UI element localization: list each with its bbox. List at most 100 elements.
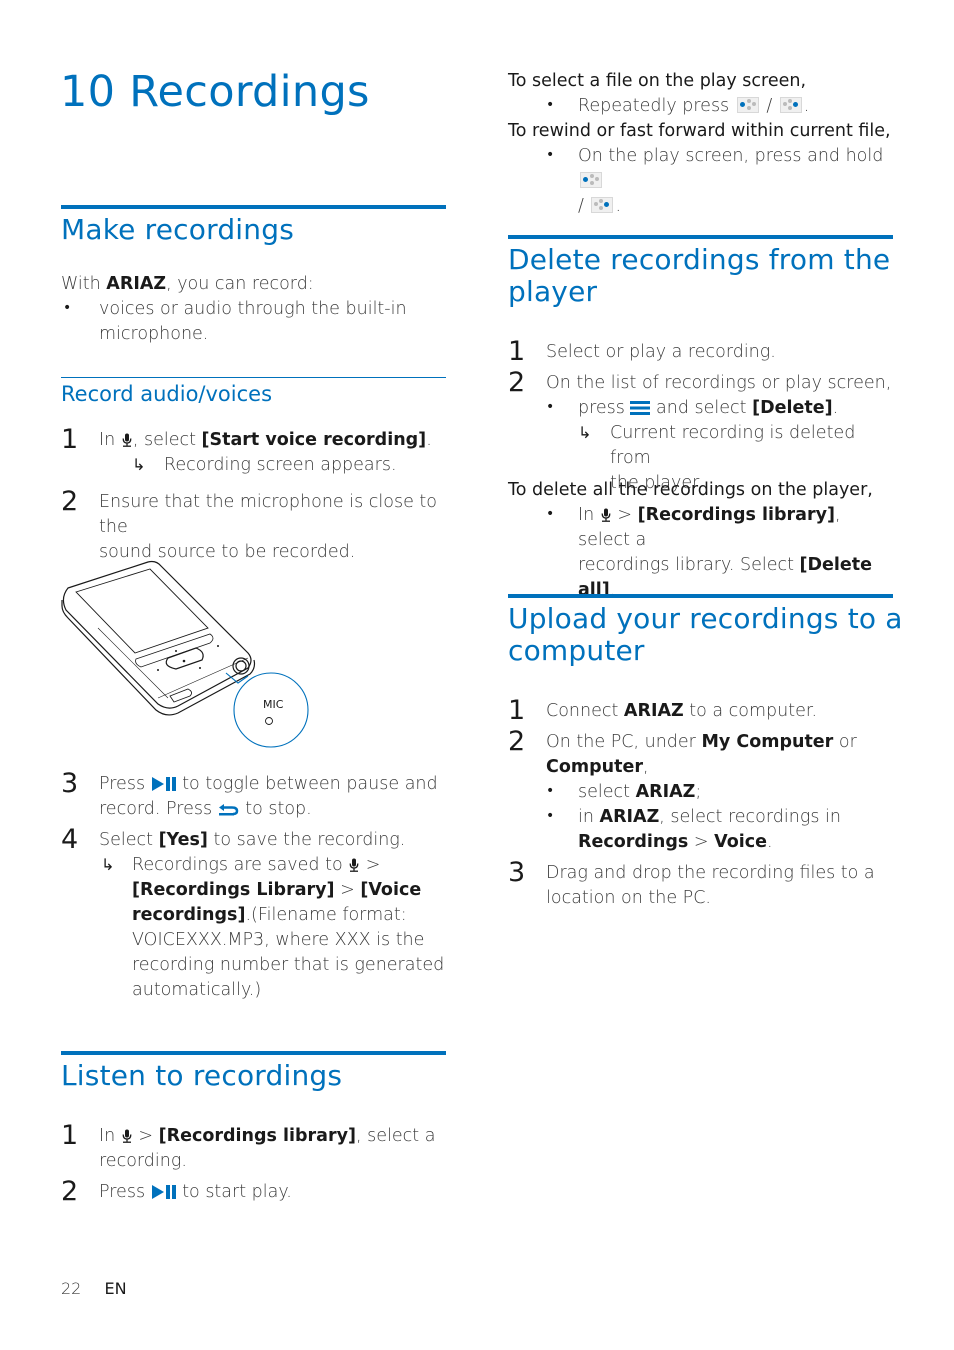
result-arrow-icon: ↳ bbox=[132, 455, 146, 474]
text: .(Filename format: bbox=[245, 905, 407, 925]
play-pause-icon bbox=[151, 777, 176, 791]
product-name: ARIAZ bbox=[635, 782, 696, 802]
heading-line: computer bbox=[508, 634, 645, 667]
text: > bbox=[611, 505, 638, 525]
text: ; bbox=[695, 782, 702, 802]
text: voices or audio through the built-in bbox=[99, 299, 407, 319]
section-divider bbox=[61, 1051, 446, 1055]
microphone-icon bbox=[122, 1129, 132, 1143]
step-number: 1 bbox=[61, 1120, 79, 1151]
text: . bbox=[615, 196, 622, 216]
folder-name: Recordings bbox=[578, 832, 689, 852]
language-code: EN bbox=[104, 1279, 127, 1298]
text: > bbox=[132, 1126, 159, 1146]
text: VOICEXXX.MP3, where XXX is the bbox=[132, 930, 425, 950]
text: , you can record: bbox=[166, 274, 314, 294]
heading-line: Upload your recordings to a bbox=[508, 602, 903, 635]
menu-option: [Delete] bbox=[752, 398, 833, 418]
listen-heading: Listen to recordings bbox=[61, 1059, 343, 1092]
delete-heading: Delete recordings from the player bbox=[508, 244, 890, 308]
text: Recordings are saved to bbox=[132, 855, 349, 875]
text: recording number that is generated bbox=[132, 955, 445, 975]
text: Current recording is deleted from bbox=[610, 423, 856, 468]
text: , select a bbox=[356, 1126, 436, 1146]
product-name: ARIAZ bbox=[599, 807, 660, 827]
result-arrow-icon: ↳ bbox=[578, 423, 592, 442]
bullet: • bbox=[546, 808, 555, 824]
delete-step-2: 2 On the list of recordings or play scre… bbox=[508, 367, 898, 494]
text: . bbox=[426, 430, 432, 450]
step-number: 2 bbox=[508, 367, 526, 398]
delete-step-1: 1 Select or play a recording. bbox=[508, 336, 898, 370]
page-number: 22 bbox=[61, 1279, 82, 1298]
text: to save the recording. bbox=[207, 830, 406, 850]
microphone-icon bbox=[122, 433, 132, 447]
chapter-title: 10 Recordings bbox=[60, 67, 370, 117]
upload-bullet-2: in ARIAZ, select recordings in Recording… bbox=[578, 805, 841, 855]
step-number: 2 bbox=[508, 726, 526, 757]
text: select bbox=[578, 782, 636, 802]
text: press bbox=[578, 398, 631, 418]
section-divider bbox=[508, 235, 893, 239]
text: recording. bbox=[99, 1151, 187, 1171]
rewind-lead: To rewind or fast forward within current… bbox=[508, 121, 891, 141]
upload-step-2: 2 On the PC, under My Computer or Comput… bbox=[508, 726, 898, 860]
back-icon bbox=[218, 804, 238, 816]
text: automatically.) bbox=[132, 980, 262, 1000]
record-audio-heading: Record audio/voices bbox=[61, 382, 273, 406]
bullet: • bbox=[546, 399, 555, 415]
text: Select bbox=[99, 830, 159, 850]
bullet: • bbox=[546, 97, 555, 113]
step-number: 1 bbox=[508, 695, 526, 726]
text: or bbox=[833, 732, 857, 752]
make-intro: With ARIAZ, you can record: bbox=[61, 272, 314, 297]
bullet: • bbox=[546, 506, 555, 522]
text: In bbox=[99, 1126, 121, 1146]
step-number: 3 bbox=[508, 857, 526, 888]
bullet: • bbox=[546, 147, 555, 163]
text: > bbox=[334, 880, 361, 900]
text: Select or play a recording. bbox=[546, 342, 776, 362]
text: Press bbox=[99, 1182, 151, 1202]
text: On the PC, under bbox=[546, 732, 702, 752]
upload-step-1: 1 Connect ARIAZ to a computer. bbox=[508, 695, 898, 729]
delete-all-bullet: In > [Recordings library], select a reco… bbox=[578, 503, 898, 603]
step-number: 2 bbox=[61, 1176, 79, 1207]
text: On the list of recordings or play screen… bbox=[546, 373, 892, 393]
listen-step-2: 2 Press to start play. bbox=[61, 1176, 451, 1210]
upload-bullet-1: select ARIAZ; bbox=[578, 780, 701, 805]
record-step-3: 3 Press to toggle between pause and reco… bbox=[61, 769, 451, 827]
step-number: 1 bbox=[508, 336, 526, 367]
step-number: 4 bbox=[61, 824, 79, 855]
text: Drag and drop the recording files to a bbox=[546, 863, 875, 883]
folder-name: Voice bbox=[714, 832, 767, 852]
text: Connect bbox=[546, 701, 624, 721]
heading-line: player bbox=[508, 275, 598, 308]
delete-bullet: press and select [Delete]. bbox=[578, 396, 838, 421]
upload-heading: Upload your recordings to a computer bbox=[508, 603, 903, 667]
text: to stop. bbox=[239, 799, 312, 819]
section-divider bbox=[508, 594, 893, 598]
next-icon bbox=[591, 197, 614, 213]
product-name: ARIAZ bbox=[106, 274, 167, 294]
bullet: • bbox=[546, 783, 555, 799]
step-number: 2 bbox=[61, 486, 79, 517]
upload-step-3: 3 Drag and drop the recording files to a… bbox=[508, 857, 898, 916]
text: / bbox=[578, 196, 590, 216]
heading-line: Delete recordings from the bbox=[508, 243, 891, 276]
menu-option: [Start voice recording] bbox=[201, 430, 427, 450]
menu-option: [Recordings library] bbox=[158, 1126, 357, 1146]
menu-icon bbox=[630, 401, 651, 415]
text: With bbox=[61, 274, 107, 294]
next-icon bbox=[779, 97, 802, 113]
microphone-icon bbox=[349, 858, 359, 872]
subsection-divider bbox=[61, 377, 446, 378]
page-footer: 22 EN bbox=[61, 1279, 127, 1298]
text: to toggle between pause and bbox=[176, 774, 438, 794]
make-bullet: voices or audio through the built-in mic… bbox=[99, 297, 407, 347]
text: > bbox=[360, 855, 381, 875]
text: , select recordings in bbox=[659, 807, 841, 827]
previous-icon bbox=[736, 97, 759, 113]
text: in bbox=[578, 807, 600, 827]
text: . bbox=[832, 398, 839, 418]
